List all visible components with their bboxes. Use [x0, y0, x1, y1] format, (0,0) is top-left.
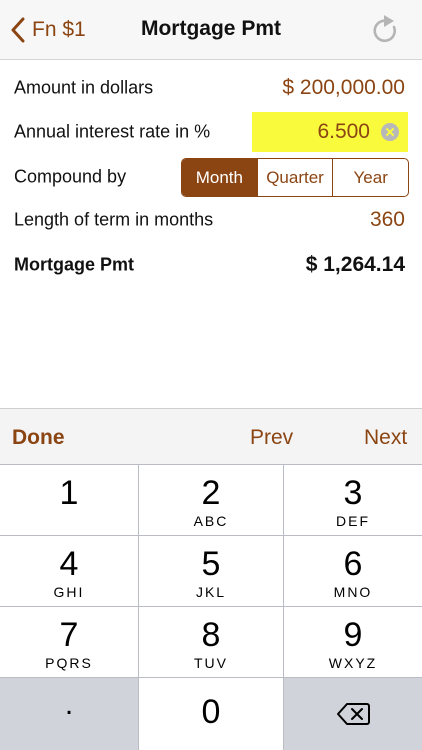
- refresh-button[interactable]: [370, 14, 400, 46]
- key-6[interactable]: 6 MNO: [284, 536, 422, 606]
- segment-quarter[interactable]: Quarter: [256, 159, 333, 196]
- interest-rate-label: Annual interest rate in %: [14, 121, 211, 142]
- amount-value[interactable]: $ 200,000.00: [282, 76, 405, 100]
- result-value: $ 1,264.14: [305, 253, 405, 276]
- segment-month[interactable]: Month: [182, 159, 257, 196]
- key-digit: 7: [59, 616, 79, 654]
- keyboard-accessory-bar: Done Prev Next: [0, 408, 422, 464]
- done-button[interactable]: Done: [12, 426, 65, 450]
- key-4[interactable]: 4 GHI: [0, 536, 138, 606]
- key-decimal[interactable]: .: [0, 678, 138, 750]
- key-letters: DEF: [336, 513, 370, 529]
- result-row: Mortgage Pmt $ 1,264.14: [0, 243, 422, 287]
- key-letters: WXYZ: [328, 655, 378, 671]
- delete-key[interactable]: [284, 678, 422, 750]
- key-1[interactable]: 1: [0, 465, 138, 535]
- key-digit: 2: [201, 474, 221, 512]
- key-letters: TUV: [194, 655, 228, 671]
- term-label: Length of term in months: [14, 209, 214, 230]
- key-letters: GHI: [53, 584, 85, 600]
- key-digit: 4: [59, 545, 79, 583]
- segment-year[interactable]: Year: [332, 159, 408, 196]
- key-digit: 0: [201, 693, 221, 731]
- backspace-icon: [337, 703, 370, 725]
- amount-row[interactable]: Amount in dollars $ 200,000.00: [0, 66, 422, 110]
- interest-rate-value[interactable]: 6.500: [317, 120, 370, 144]
- term-row[interactable]: Length of term in months 360: [0, 198, 422, 242]
- key-9[interactable]: 9 WXYZ: [284, 607, 422, 677]
- key-0[interactable]: 0: [139, 678, 283, 750]
- interest-rate-field[interactable]: 6.500: [252, 112, 408, 152]
- key-digit: 5: [201, 545, 221, 583]
- key-digit: 1: [59, 474, 79, 512]
- key-letters: MNO: [333, 584, 373, 600]
- key-digit: 3: [343, 474, 363, 512]
- compound-segmented-control: Month Quarter Year: [181, 158, 409, 197]
- amount-label: Amount in dollars: [14, 77, 154, 98]
- page-title: Mortgage Pmt: [140, 17, 281, 40]
- key-digit: 9: [343, 616, 363, 654]
- key-letters: ABC: [193, 513, 229, 529]
- key-digit: 6: [343, 545, 363, 583]
- refresh-icon: [373, 15, 396, 43]
- key-letters: JKL: [195, 584, 227, 600]
- key-3[interactable]: 3 DEF: [284, 465, 422, 535]
- key-8[interactable]: 8 TUV: [139, 607, 283, 677]
- key-digit: 8: [201, 616, 221, 654]
- result-label: Mortgage Pmt: [14, 254, 135, 275]
- clear-icon[interactable]: [381, 123, 399, 141]
- key-5[interactable]: 5 JKL: [139, 536, 283, 606]
- key-2[interactable]: 2 ABC: [139, 465, 283, 535]
- decimal-symbol: .: [64, 688, 74, 721]
- next-button[interactable]: Next: [364, 426, 407, 450]
- key-letters: PQRS: [45, 655, 93, 671]
- navigation-bar: Fn $1 Mortgage Pmt: [0, 0, 422, 60]
- prev-button[interactable]: Prev: [250, 426, 293, 450]
- key-7[interactable]: 7 PQRS: [0, 607, 138, 677]
- term-value[interactable]: 360: [370, 208, 405, 232]
- numeric-keypad: 1 2 ABC 3 DEF 4 GHI 5 JKL 6 MNO 7 PQRS 8…: [0, 464, 422, 750]
- compound-label: Compound by: [14, 166, 127, 187]
